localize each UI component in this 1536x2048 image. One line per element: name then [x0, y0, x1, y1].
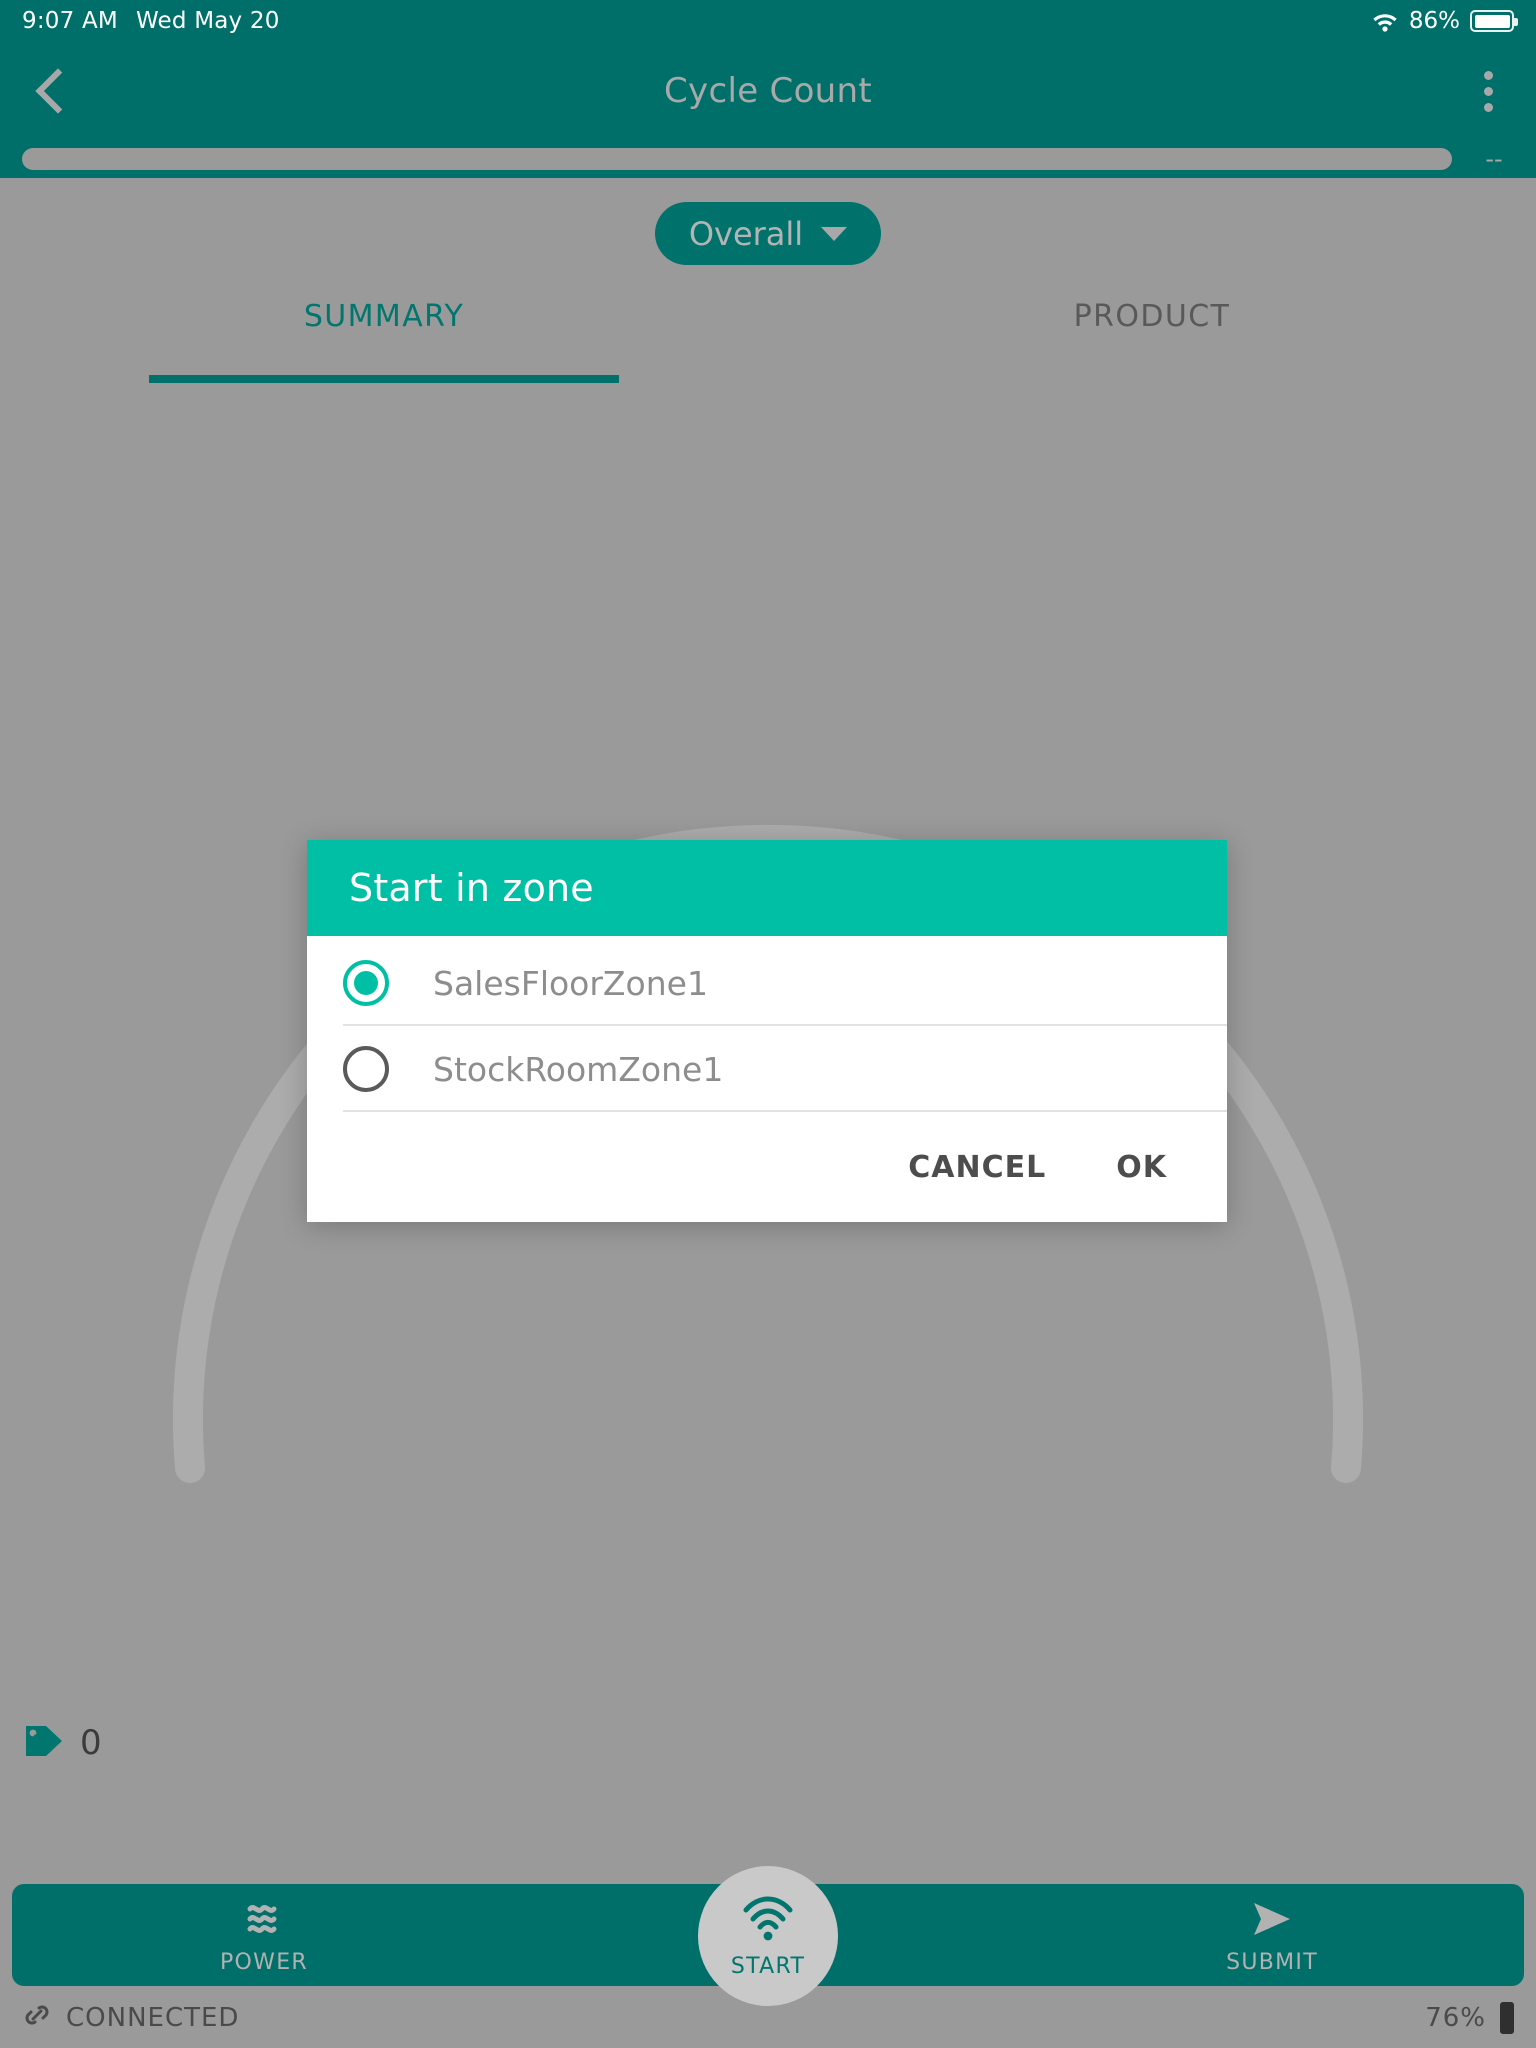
- ok-button[interactable]: OK: [1116, 1150, 1167, 1185]
- modal-scrim[interactable]: Start in zone SalesFloorZone1 StockRoomZ…: [0, 0, 1536, 2048]
- cancel-button[interactable]: CANCEL: [908, 1150, 1046, 1185]
- radio-button-selected-icon[interactable]: [343, 960, 389, 1006]
- zone-options-list: SalesFloorZone1 StockRoomZone1: [307, 936, 1227, 1112]
- zone-option-label: SalesFloorZone1: [433, 963, 708, 1003]
- dialog-title: Start in zone: [349, 866, 594, 910]
- radio-button-unselected-icon[interactable]: [343, 1046, 389, 1092]
- dialog-action-row: CANCEL OK: [307, 1112, 1227, 1222]
- zone-option-salesfloorzone1[interactable]: SalesFloorZone1: [307, 940, 1227, 1026]
- start-in-zone-dialog: Start in zone SalesFloorZone1 StockRoomZ…: [307, 840, 1227, 1222]
- dialog-header: Start in zone: [307, 840, 1227, 936]
- zone-option-label: StockRoomZone1: [433, 1049, 724, 1089]
- zone-option-stockroomzone1[interactable]: StockRoomZone1: [307, 1026, 1227, 1112]
